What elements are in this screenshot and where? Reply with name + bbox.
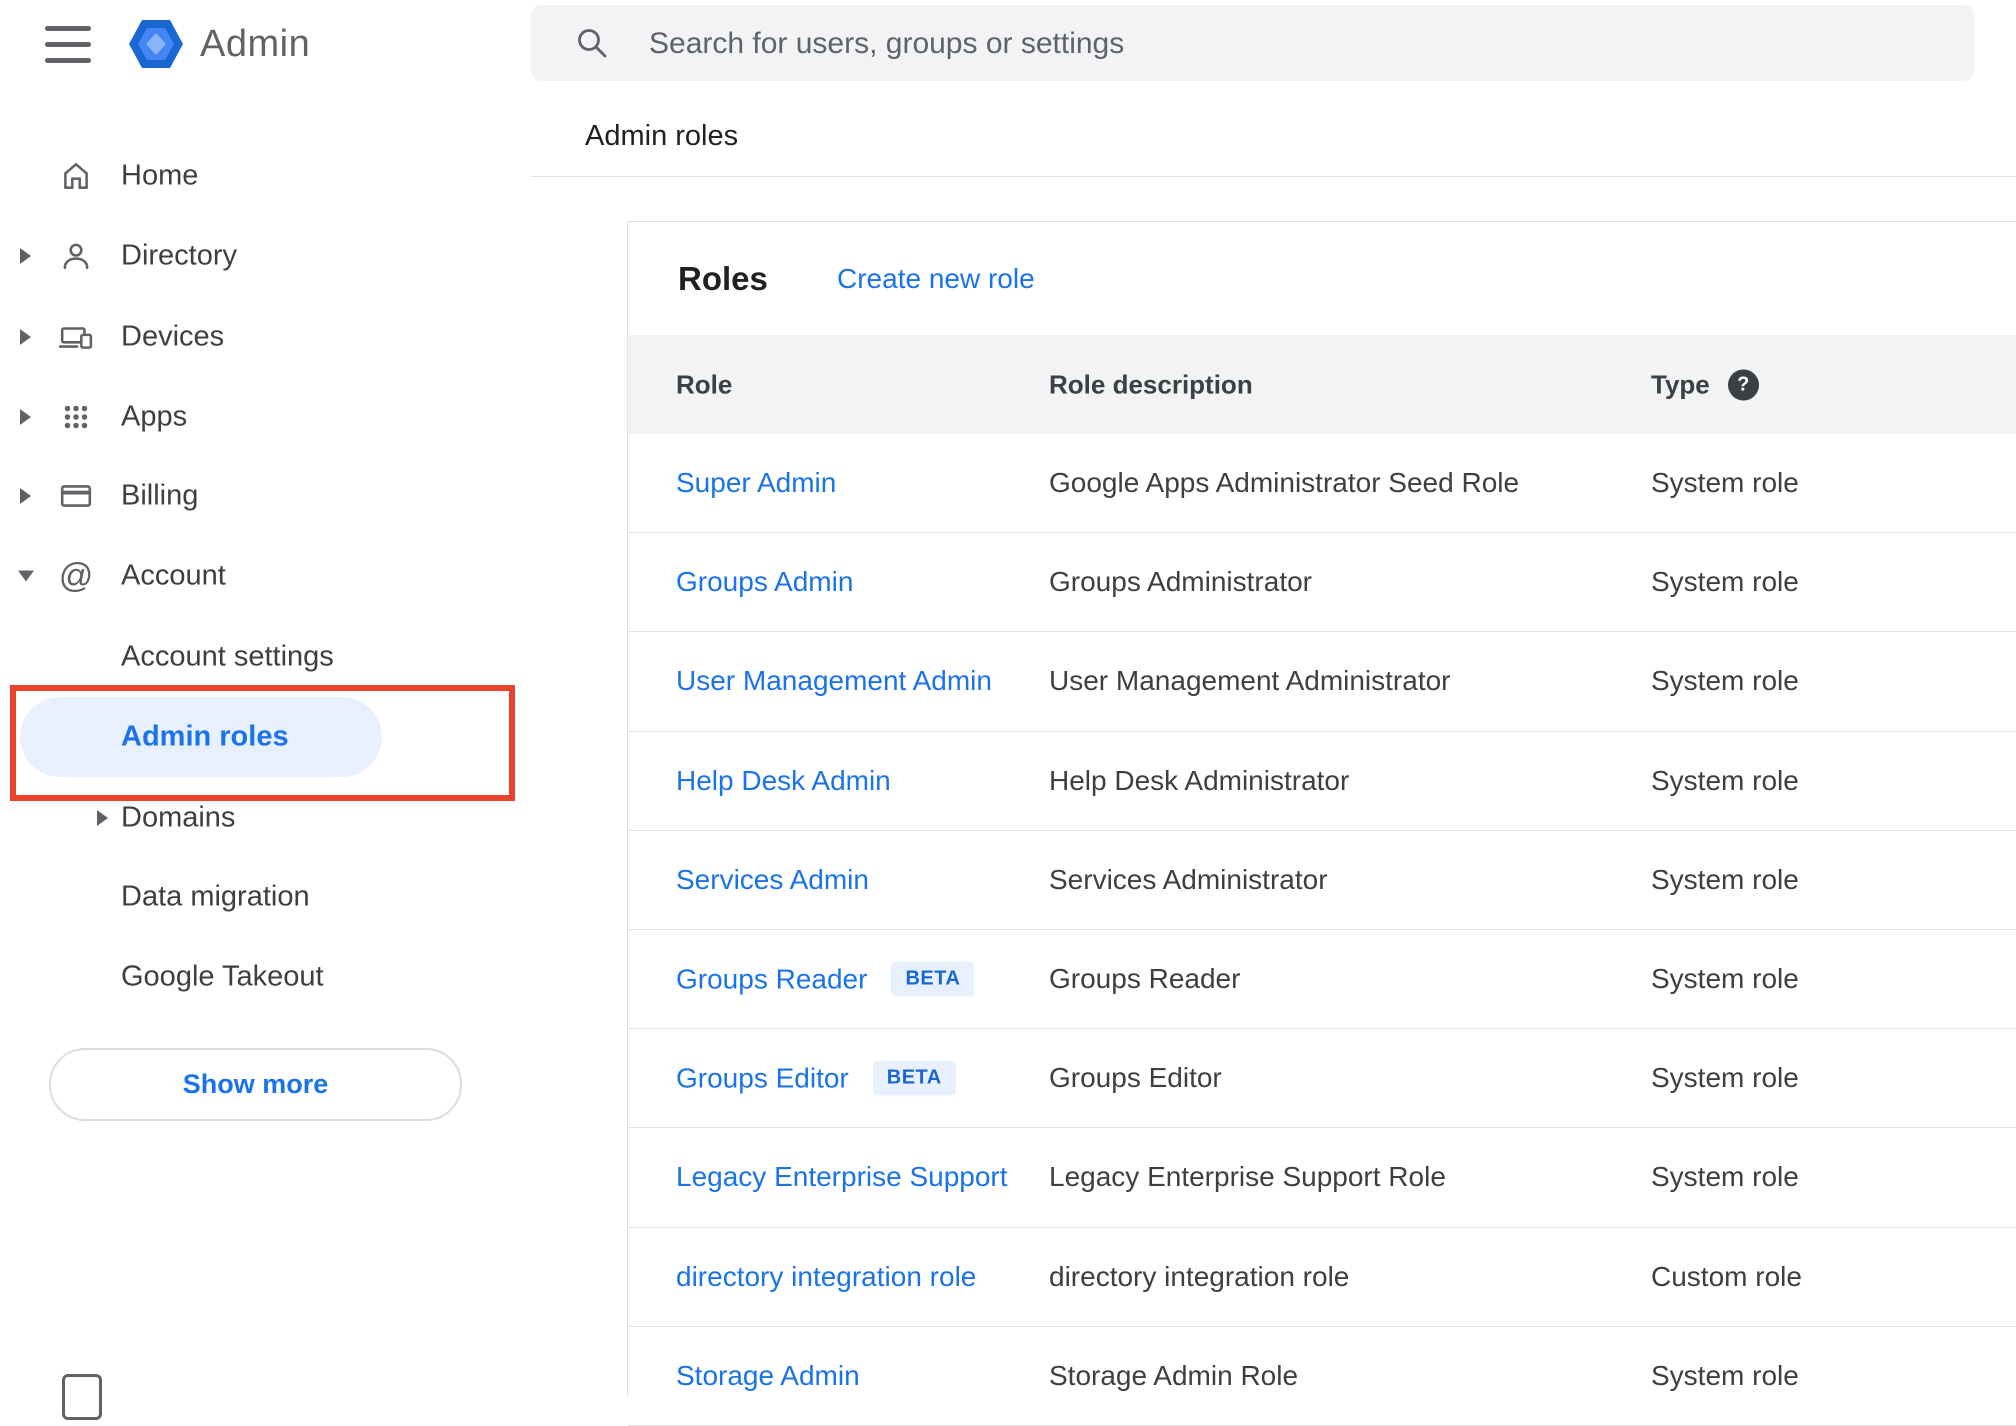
sidebar-item-label: Admin roles xyxy=(121,720,289,753)
table-row: directory integration role directory int… xyxy=(628,1228,2016,1327)
table-row: Services Admin Services Administrator Sy… xyxy=(628,831,2016,930)
role-link[interactable]: Groups Editor xyxy=(676,1062,849,1094)
role-link[interactable]: Services Admin xyxy=(676,864,869,896)
role-link[interactable]: Groups Reader xyxy=(676,963,867,995)
role-description: Help Desk Administrator xyxy=(1049,764,1350,796)
role-description: Storage Admin Role xyxy=(1049,1359,1299,1391)
search-icon xyxy=(575,26,609,65)
devices-icon xyxy=(58,319,94,355)
search-bar[interactable] xyxy=(531,5,1974,83)
beta-badge: BETA xyxy=(891,961,975,997)
table-row: Groups Reader BETA Groups Reader System … xyxy=(628,930,2016,1030)
role-description: directory integration role xyxy=(1049,1260,1350,1292)
app-logo: Admin xyxy=(128,16,310,72)
sidebar-item-label: Account xyxy=(121,559,226,592)
roles-table-header: Role Role description Type ? xyxy=(628,335,2016,434)
table-row: User Management Admin User Management Ad… xyxy=(628,632,2016,732)
role-type: System role xyxy=(1651,566,1799,598)
roles-card: Roles Create new role Role Role descript… xyxy=(627,221,2016,1426)
sidebar-item-label: Data migration xyxy=(121,880,310,913)
sidebar-item-directory[interactable]: Directory xyxy=(0,216,531,296)
sidebar-item-apps[interactable]: Apps xyxy=(0,377,531,457)
sidebar-item-label: Domains xyxy=(121,801,236,834)
expand-arrow-icon[interactable] xyxy=(20,329,31,345)
sidebar-item-label: Devices xyxy=(121,320,225,353)
role-description: User Management Administrator xyxy=(1049,665,1451,697)
collapse-arrow-icon[interactable] xyxy=(18,570,34,582)
roles-card-header: Roles Create new role xyxy=(628,222,2016,335)
person-icon xyxy=(58,238,94,274)
role-type: System role xyxy=(1651,963,1799,995)
beta-badge: BETA xyxy=(872,1060,956,1096)
role-link[interactable]: Storage Admin xyxy=(676,1360,860,1392)
apps-grid-icon xyxy=(58,399,94,435)
expand-arrow-icon[interactable] xyxy=(20,488,31,504)
role-link[interactable]: Legacy Enterprise Support xyxy=(676,1161,1008,1193)
table-row: Groups Admin Groups Administrator System… xyxy=(628,533,2016,633)
role-link[interactable]: User Management Admin xyxy=(676,665,992,697)
role-type: System role xyxy=(1651,1161,1799,1193)
role-description: Groups Administrator xyxy=(1049,566,1312,598)
sidebar-item-label: Billing xyxy=(121,479,199,512)
column-header-type: Type ? xyxy=(1651,369,1759,400)
sidebar-item-data-migration[interactable]: Data migration xyxy=(0,857,531,937)
role-description: Services Administrator xyxy=(1049,863,1328,895)
expand-arrow-icon[interactable] xyxy=(20,409,31,425)
table-row: Storage Admin Storage Admin Role System … xyxy=(628,1327,2016,1426)
partial-bottom-icon xyxy=(62,1374,102,1420)
column-header-type-label: Type xyxy=(1651,369,1710,399)
card-title: Roles xyxy=(678,259,768,297)
role-description: Google Apps Administrator Seed Role xyxy=(1049,467,1520,499)
role-type: System role xyxy=(1651,764,1799,796)
role-link[interactable]: directory integration role xyxy=(676,1261,976,1293)
sidebar-item-domains[interactable]: Domains xyxy=(0,778,531,858)
table-row: Help Desk Admin Help Desk Administrator … xyxy=(628,732,2016,831)
expand-arrow-icon[interactable] xyxy=(97,810,108,826)
home-icon xyxy=(58,158,94,194)
table-row: Legacy Enterprise Support Legacy Enterpr… xyxy=(628,1128,2016,1228)
sidebar-item-label: Home xyxy=(121,159,199,192)
menu-hamburger-icon[interactable] xyxy=(45,26,91,63)
role-description: Legacy Enterprise Support Role xyxy=(1049,1161,1446,1193)
role-link[interactable]: Groups Admin xyxy=(676,566,853,598)
role-type: System role xyxy=(1651,1062,1799,1094)
role-type: Custom role xyxy=(1651,1260,1802,1292)
account-at-icon: @ xyxy=(58,556,94,595)
column-header-description: Role description xyxy=(1049,369,1253,399)
sidebar-item-home[interactable]: Home xyxy=(0,136,531,216)
sidebar-item-billing[interactable]: Billing xyxy=(0,456,531,536)
search-input[interactable] xyxy=(647,5,1931,83)
table-row: Super Admin Google Apps Administrator Se… xyxy=(628,434,2016,534)
show-more-button[interactable]: Show more xyxy=(49,1048,462,1121)
expand-arrow-icon[interactable] xyxy=(20,248,31,264)
role-description: Groups Reader xyxy=(1049,963,1241,995)
help-icon[interactable]: ? xyxy=(1727,369,1759,400)
sidebar-item-label: Apps xyxy=(121,400,188,433)
brand-name: Admin xyxy=(200,22,311,65)
admin-hexagon-icon xyxy=(129,20,183,68)
sidebar-item-devices[interactable]: Devices xyxy=(0,297,531,377)
billing-card-icon xyxy=(58,478,94,514)
sidebar-item-account-settings[interactable]: Account settings xyxy=(0,617,531,697)
role-type: System role xyxy=(1651,1359,1799,1391)
role-type: System role xyxy=(1651,863,1799,895)
role-link[interactable]: Super Admin xyxy=(676,467,836,499)
sidebar: Admin Home Directory Devices Apps Billin… xyxy=(0,0,531,1420)
role-type: System role xyxy=(1651,467,1799,499)
column-header-role: Role xyxy=(676,369,733,399)
sidebar-item-label: Account settings xyxy=(121,640,334,673)
table-row: Groups Editor BETA Groups Editor System … xyxy=(628,1029,2016,1129)
header-divider xyxy=(531,176,2016,177)
role-link[interactable]: Help Desk Admin xyxy=(676,765,891,797)
sidebar-item-label: Directory xyxy=(121,239,238,272)
role-type: System role xyxy=(1651,665,1799,697)
create-new-role-link[interactable]: Create new role xyxy=(837,263,1035,295)
sidebar-item-admin-roles[interactable]: Admin roles xyxy=(0,697,531,777)
sidebar-item-account[interactable]: @ Account xyxy=(0,536,531,616)
sidebar-item-label: Google Takeout xyxy=(121,960,324,993)
breadcrumb: Admin roles xyxy=(585,120,739,152)
sidebar-item-google-takeout[interactable]: Google Takeout xyxy=(0,937,531,1017)
role-description: Groups Editor xyxy=(1049,1062,1222,1094)
roles-table-body: Super Admin Google Apps Administrator Se… xyxy=(628,434,2016,1426)
